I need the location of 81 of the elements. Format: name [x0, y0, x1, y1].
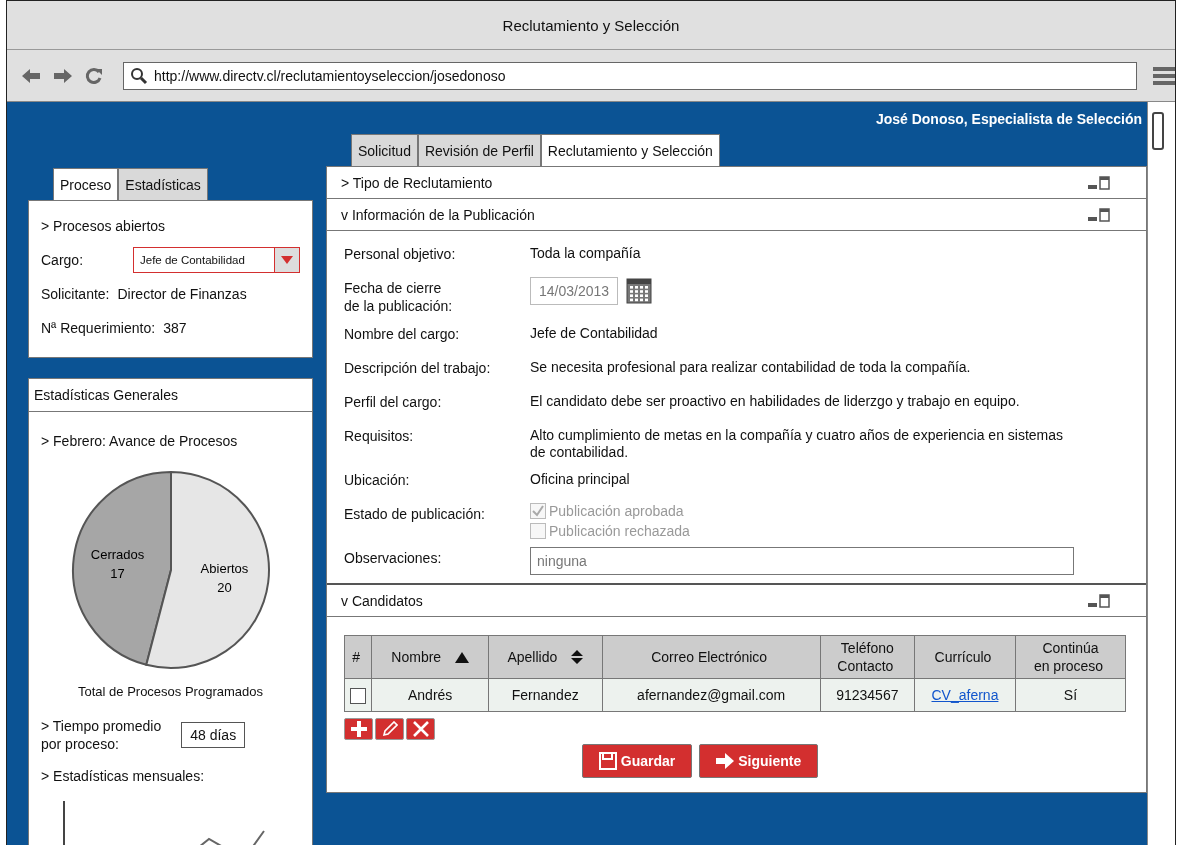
field-label: > Tiempo promedio por proceso: [41, 717, 162, 753]
field-label: Cargo: [41, 252, 85, 268]
section-header[interactable]: v Información de la Publicación [327, 199, 1146, 231]
observations-field[interactable]: ninguna [530, 547, 1074, 575]
cargo-dropdown[interactable]: Jefe de Contabilidad [133, 247, 300, 273]
chart-caption: Total de Procesos Programados [78, 684, 263, 699]
user-name: José Donoso, Especialista de Selección [875, 111, 1142, 129]
slice-label: Cerrados [90, 547, 144, 563]
column-header[interactable]: Continúa en proceso [1015, 635, 1126, 679]
slice-label: Abiertos [200, 560, 248, 576]
column-header[interactable]: Apellido [488, 635, 603, 679]
field-value: El candidato debe ser proactivo en habilidades de liderzgo y trabajo en equipo. [530, 392, 1021, 410]
row-checkbox[interactable] [350, 687, 367, 704]
date-field[interactable]: 14/03/2013 [530, 277, 619, 305]
table-cell: afernandez@gmail.com [602, 678, 821, 712]
back-icon[interactable] [21, 67, 41, 84]
field-label: Nombre del cargo: [344, 325, 461, 343]
column-header[interactable]: Correo Electrónico [602, 635, 821, 679]
section-heading: > Procesos abiertos [41, 218, 166, 234]
field-value: Jefe de Contabilidad [530, 324, 659, 342]
slice-value: 20 [216, 579, 232, 595]
forward-icon[interactable] [53, 67, 73, 84]
plus-icon [350, 721, 367, 737]
table-cell: Sí [1015, 678, 1126, 712]
slice-value: 17 [109, 566, 125, 582]
section-heading: > Febrero: Avance de Procesos [41, 433, 238, 449]
search-icon [130, 66, 148, 85]
field-label: Estado de publicación: [344, 505, 486, 523]
field-label: Descripción del trabajo: [344, 359, 492, 377]
calendar-icon[interactable] [626, 278, 653, 304]
next-button[interactable]: Siguiente [699, 744, 819, 778]
window-controls-icon [1088, 593, 1110, 608]
field-value: 387 [163, 320, 187, 336]
column-header[interactable]: Nombre [371, 635, 489, 679]
table-cell: 91234567 [820, 678, 915, 712]
sort-ascending-icon [455, 651, 469, 663]
window-title: Reclutamiento y Selección [502, 16, 680, 34]
column-header[interactable]: Teléfono Contacto [820, 635, 915, 679]
field-label: Perfil del cargo: [344, 393, 443, 411]
tab[interactable]: Revisión de Perfil [417, 134, 541, 166]
add-button[interactable] [344, 718, 373, 740]
section-header[interactable]: > Tipo de Reclutamiento [327, 167, 1146, 199]
field-label: Personal objetivo: [344, 245, 457, 263]
delete-button[interactable] [406, 718, 435, 740]
menu-icon[interactable] [1153, 65, 1175, 86]
reload-icon[interactable] [85, 66, 103, 85]
column-header[interactable]: Currículo [914, 635, 1016, 679]
window-controls-icon [1088, 207, 1110, 222]
field-label: Requisitos: [344, 427, 415, 445]
caret-icon [281, 256, 293, 264]
tab[interactable]: Reclutamiento y Selección [540, 134, 720, 166]
field-label: Fecha de cierre de la publicación: [344, 279, 454, 315]
edit-button[interactable] [375, 718, 404, 740]
section-heading: > Estadísticas mensuales: [41, 768, 205, 784]
field-label: Observaciones: [344, 549, 443, 567]
field-value: Oficina principal [530, 470, 631, 488]
sort-icon [571, 650, 584, 664]
table-cell: Fernandez [488, 678, 603, 712]
arrow-right-icon [716, 752, 735, 770]
field-value: Se necesita profesional para realizar contabilidad de toda la compañía. [530, 358, 972, 376]
close-icon [412, 721, 429, 737]
column-header[interactable]: # [344, 635, 372, 679]
field-value: Alto cumplimiento de metas en la compañía y cuatro años de experiencia en sistemas de contabilidad. [530, 426, 1065, 461]
checkmark-icon [531, 504, 545, 518]
table-cell: Andrés [371, 678, 489, 712]
save-button[interactable]: Guardar [581, 744, 693, 778]
window-controls-icon [1088, 175, 1110, 190]
section-header[interactable]: v Candidatos [327, 585, 1146, 617]
field-value: Toda la compañía [530, 244, 642, 262]
field-label: Solicitante: [41, 286, 110, 302]
tab[interactable]: Proceso [53, 168, 119, 200]
panel-title: Estadísticas Generales [34, 387, 178, 403]
field-label: Ubicación: [344, 471, 411, 489]
pencil-icon [381, 721, 398, 737]
address-bar[interactable]: http://www.directv.cl/reclutamientoyseleccion/josedonoso [123, 61, 1137, 90]
field-label: Nª Requerimiento: [41, 320, 156, 336]
tab[interactable]: Estadísticas [118, 168, 208, 200]
tab[interactable]: Solicitud [351, 134, 418, 166]
save-icon [598, 752, 617, 770]
value-box: 48 días [181, 722, 246, 748]
field-value: Director de Finanzas [117, 286, 247, 302]
